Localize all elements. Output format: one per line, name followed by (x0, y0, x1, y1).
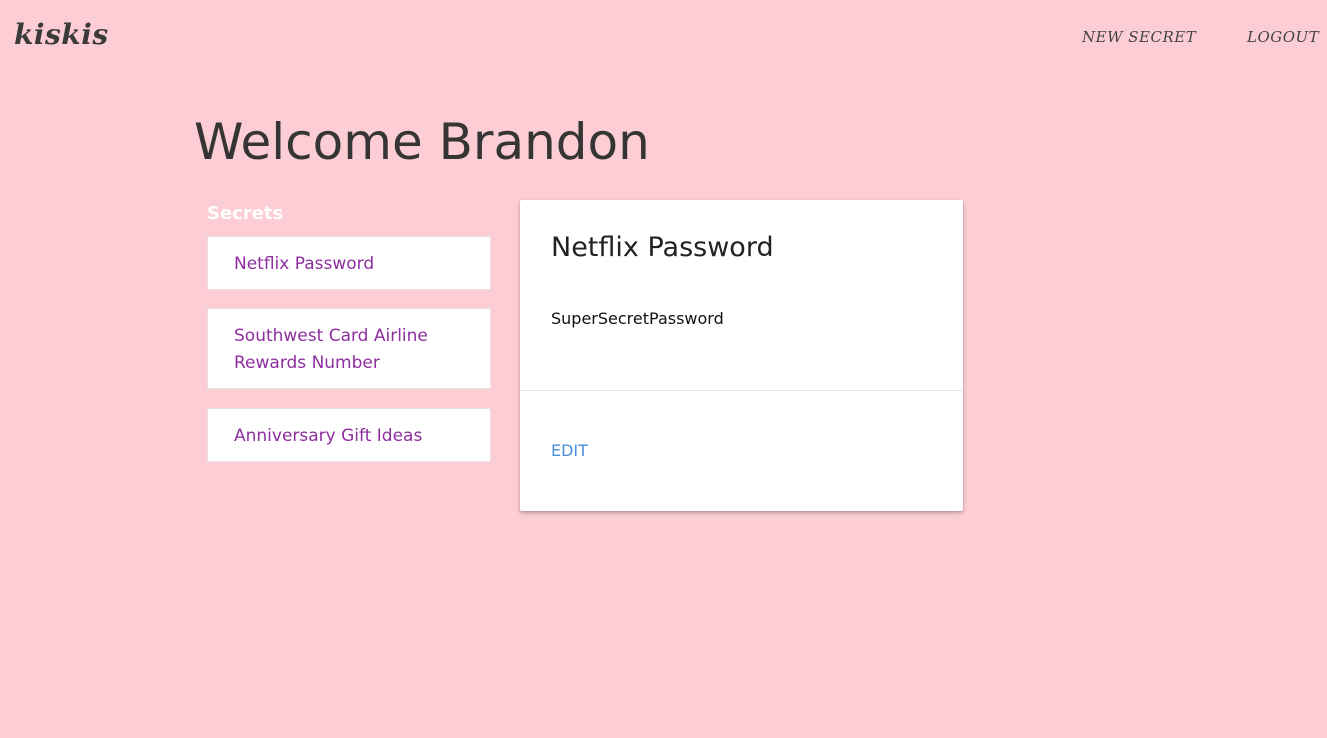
secret-item-label: Anniversary Gift Ideas (234, 426, 423, 446)
secret-item-anniversary-gifts[interactable]: Anniversary Gift Ideas (207, 408, 491, 462)
secret-item-label: Netflix Password (234, 254, 375, 274)
card-divider (520, 390, 963, 391)
secret-value: SuperSecretPassword (551, 309, 724, 328)
new-secret-link[interactable]: NEW SECRET (1082, 28, 1196, 46)
secret-title: Netflix Password (551, 232, 774, 263)
edit-button[interactable]: EDIT (551, 441, 588, 460)
secret-item-southwest-rewards[interactable]: Southwest Card Airline Rewards Number (207, 308, 491, 389)
secret-detail-card: Netflix Password SuperSecretPassword EDI… (520, 200, 963, 511)
secret-item-label: Southwest Card Airline Rewards Number (234, 326, 428, 373)
page-title: Welcome Brandon (194, 113, 650, 171)
brand-logo[interactable]: kiskis (14, 18, 109, 51)
secrets-heading: Secrets (207, 203, 284, 224)
logout-link[interactable]: LOGOUT (1247, 28, 1319, 46)
secret-item-netflix-password[interactable]: Netflix Password (207, 236, 491, 290)
